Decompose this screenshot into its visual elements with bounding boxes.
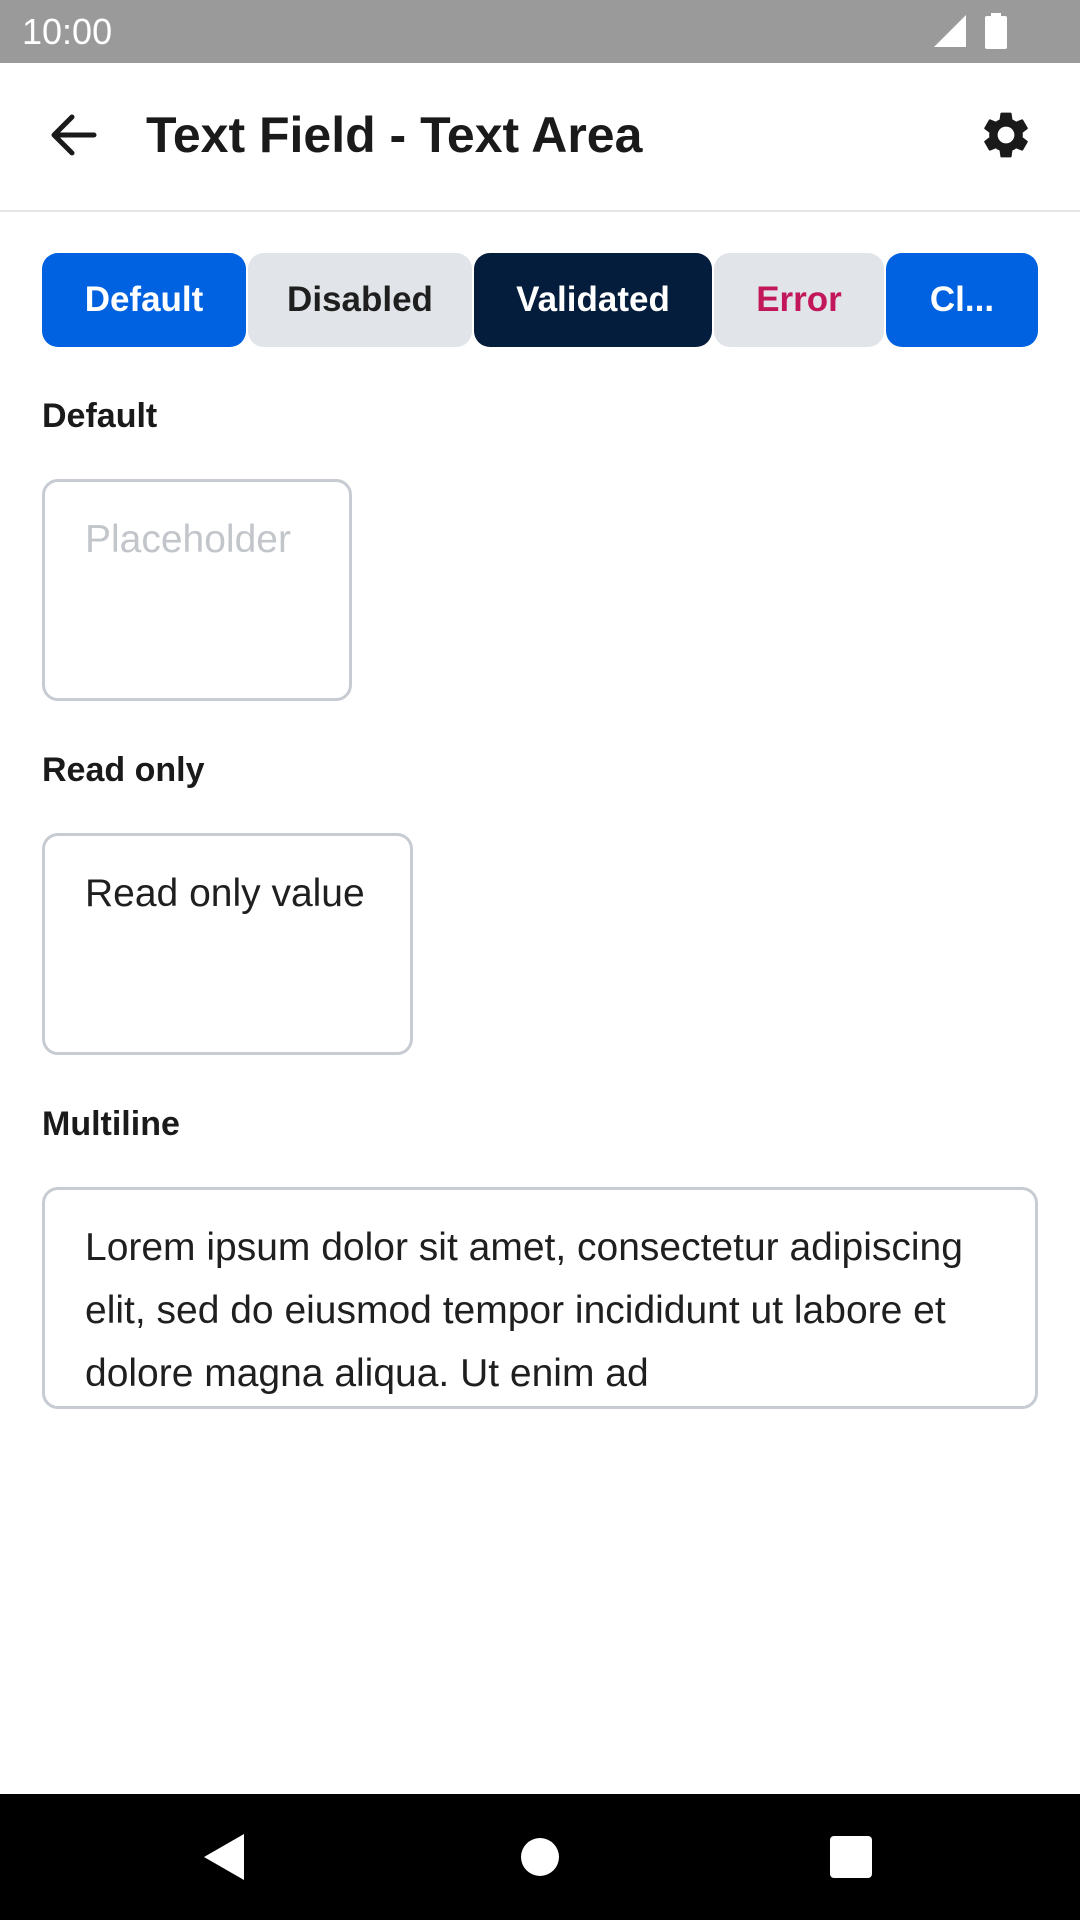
nav-back-icon[interactable] [204, 1834, 244, 1880]
navigation-bar [0, 1794, 1080, 1920]
section-label-multiline: Multiline [42, 1105, 180, 1143]
default-textarea[interactable]: Placeholder [42, 479, 352, 701]
status-bar: 10:00 [0, 0, 1080, 63]
multiline-textarea[interactable]: Lorem ipsum dolor sit amet, consectetur … [42, 1187, 1038, 1409]
section-label-default: Default [42, 397, 158, 435]
signal-icon [934, 15, 966, 47]
tab-error[interactable]: Error [714, 253, 884, 347]
gear-icon[interactable] [978, 107, 1034, 163]
nav-home-icon[interactable] [520, 1837, 560, 1877]
back-arrow-icon[interactable] [46, 107, 102, 163]
read-only-textarea[interactable]: Read only value [42, 833, 413, 1055]
tab-disabled[interactable]: Disabled [248, 253, 472, 347]
section-label-read-only: Read only [42, 751, 205, 789]
page-title: Text Field - Text Area [146, 107, 643, 163]
status-time: 10:00 [22, 11, 113, 52]
battery-icon [985, 13, 1007, 49]
app-bar: Text Field - Text Area [0, 63, 1080, 212]
tab-default[interactable]: Default [42, 253, 246, 347]
tab-validated[interactable]: Validated [474, 253, 712, 347]
tab-clear[interactable]: Cl... [886, 253, 1038, 347]
nav-recents-icon[interactable] [830, 1836, 872, 1878]
